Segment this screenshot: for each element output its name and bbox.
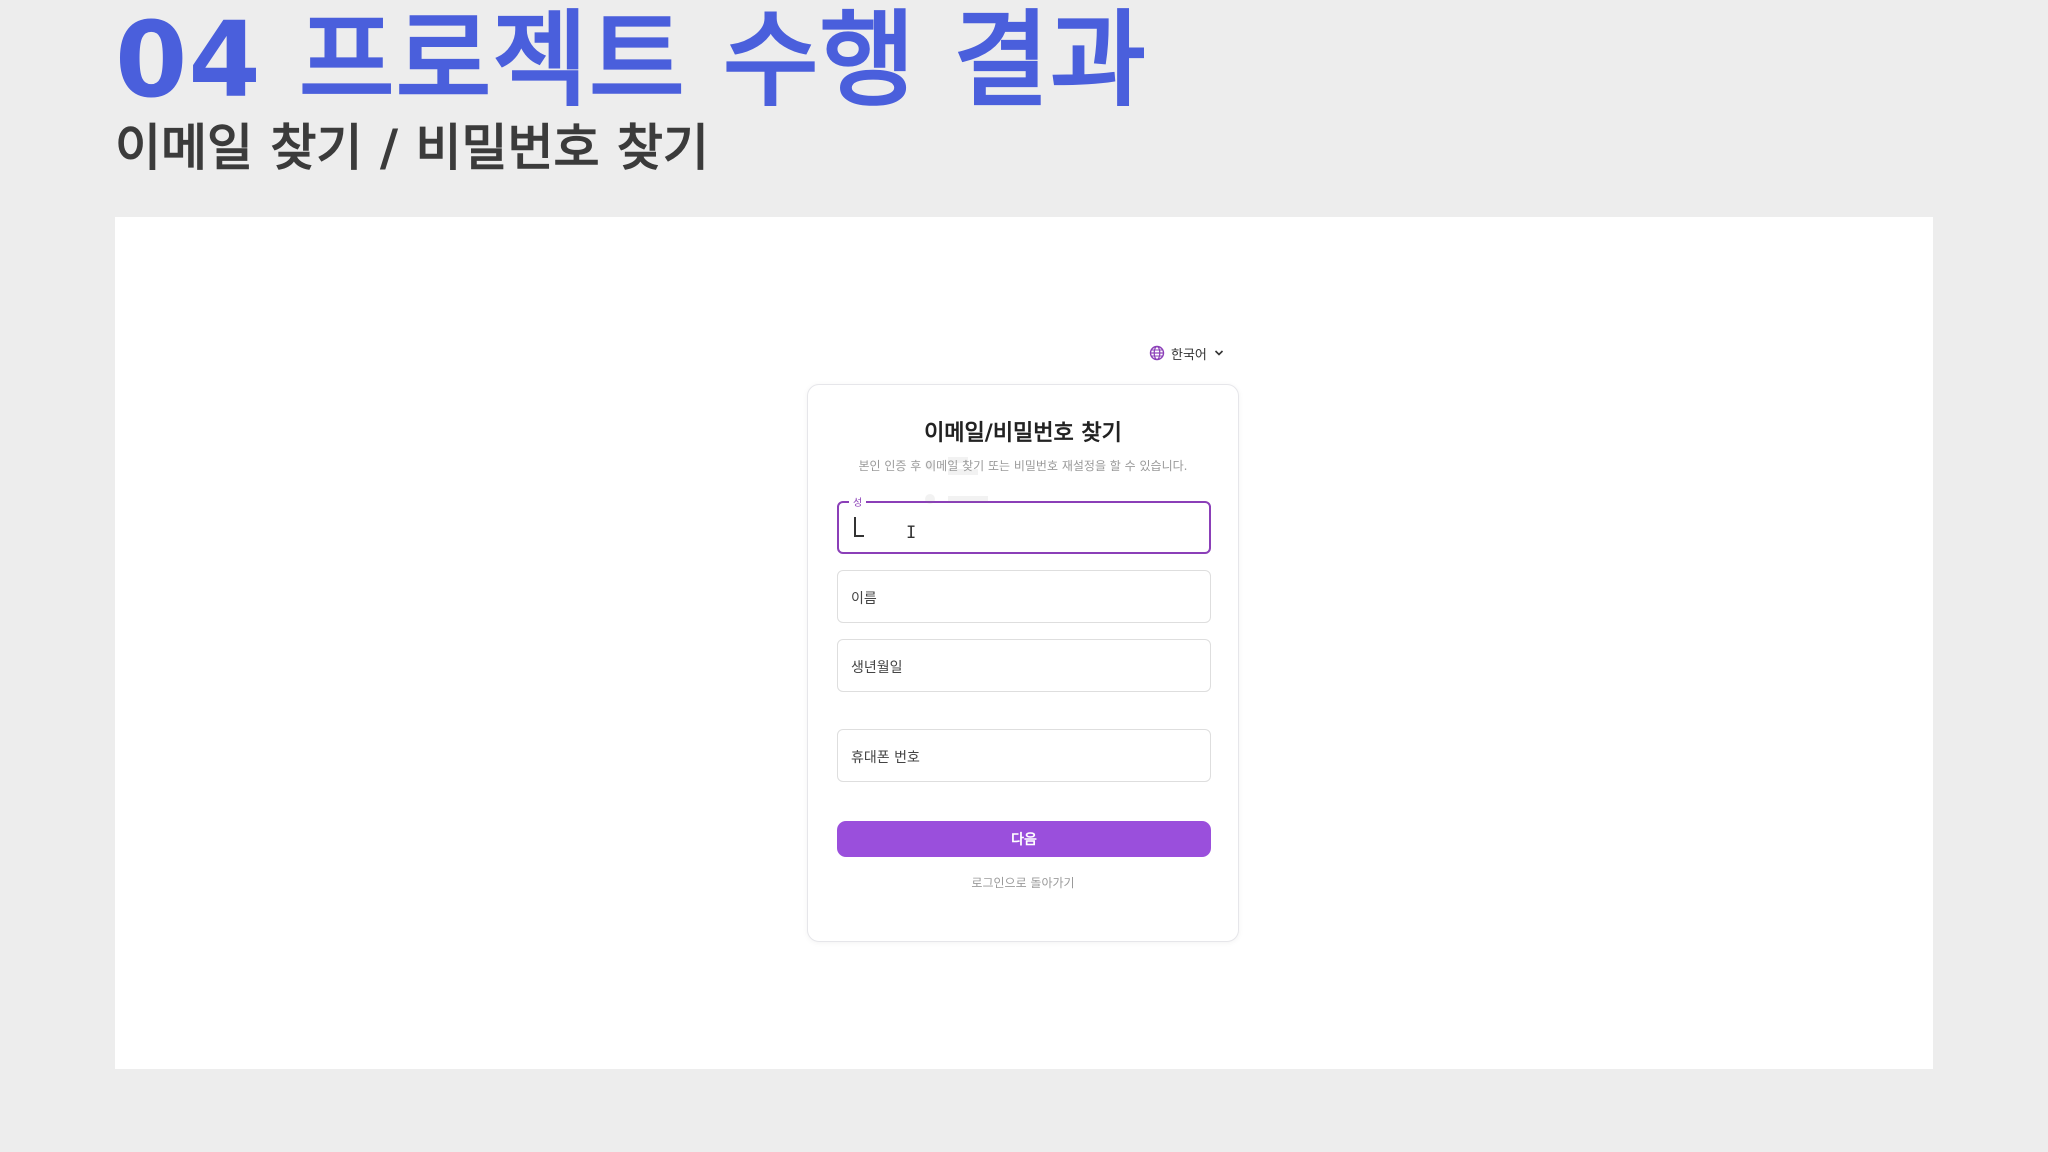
find-account-card: 이메일/비밀번호 찾기 본인 인증 후 이메일 찾기 또는 비밀번호 재설정을 …: [807, 384, 1239, 942]
birthdate-placeholder: 생년월일: [851, 660, 903, 676]
ibeam-cursor-icon: I: [906, 523, 917, 543]
first-name-field[interactable]: 이름: [837, 570, 1211, 623]
first-name-placeholder: 이름: [851, 591, 877, 607]
language-selector[interactable]: 한국어: [1149, 340, 1225, 366]
phone-placeholder: 휴대폰 번호: [851, 750, 920, 766]
slide-subtitle: 이메일 찾기 / 비밀번호 찾기: [115, 119, 709, 177]
card-title: 이메일/비밀번호 찾기: [924, 421, 1122, 446]
globe-icon: [1149, 345, 1165, 361]
faded-overlay: [920, 453, 1040, 513]
slide-title: 04 프로젝트 수행 결과: [115, 0, 1147, 121]
last-name-label: 성: [849, 494, 867, 509]
back-to-login-link[interactable]: 로그인으로 돌아가기: [808, 874, 1238, 891]
birthdate-field[interactable]: 생년월일: [837, 639, 1211, 692]
language-label: 한국어: [1171, 347, 1207, 363]
screenshot-panel: 한국어 이메일/비밀번호 찾기 본인 인증 후 이메일 찾기 또는 비밀번호 재…: [115, 217, 1933, 1069]
text-cursor: [854, 517, 864, 537]
next-button[interactable]: 다음: [837, 821, 1211, 857]
chevron-down-icon: [1213, 347, 1225, 359]
phone-field[interactable]: 휴대폰 번호: [837, 729, 1211, 782]
